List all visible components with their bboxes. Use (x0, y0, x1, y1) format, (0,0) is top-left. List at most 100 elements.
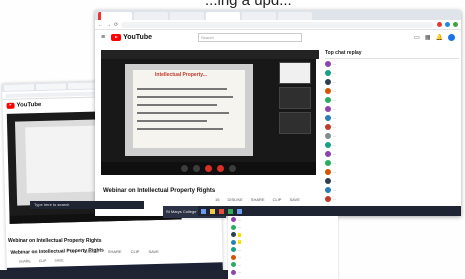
participant-tile (279, 62, 311, 84)
slide-text-line (137, 128, 223, 130)
save-button[interactable]: SAVE (54, 258, 63, 262)
chat-avatar (325, 159, 331, 166)
chat-avatar (231, 239, 236, 245)
address-bar[interactable] (121, 21, 434, 28)
chat-avatar (325, 123, 331, 130)
taskbar-search-input[interactable]: Type here to search (30, 201, 144, 209)
browser-tab[interactable] (170, 12, 204, 20)
chat-snippet-panel: ........................ (228, 216, 338, 279)
hamburger-menu-icon[interactable]: ≡ (101, 34, 105, 41)
extension-icon[interactable] (437, 22, 442, 27)
chat-message-text: ... (333, 88, 336, 93)
lower-taskbar (0, 270, 230, 279)
apps-grid-icon[interactable]: ▦ (425, 34, 431, 41)
dislike-button[interactable]: DISLIKE (83, 249, 98, 254)
chat-replay-panel: Top chat replay ........................… (325, 50, 459, 203)
chat-message-text: ... (333, 160, 336, 165)
browser-tab[interactable] (98, 12, 132, 20)
chat-message-text: ... (333, 187, 336, 192)
control-button[interactable] (229, 165, 236, 172)
chat-avatar (325, 60, 331, 67)
share-button[interactable]: SHARE (19, 259, 31, 263)
app-icon[interactable] (237, 208, 242, 214)
extension-icon[interactable] (445, 22, 450, 27)
chat-message: ... (325, 122, 459, 131)
chat-message-text: ... (238, 217, 241, 222)
chat-avatar (325, 177, 331, 184)
dislike-button[interactable]: DISLIKE (227, 197, 242, 202)
share-button[interactable]: SHARE (108, 249, 122, 254)
chat-message-text: ... (333, 169, 336, 174)
control-button[interactable] (181, 165, 188, 172)
player-controls (101, 162, 316, 175)
video-player[interactable]: Intellectual Property... (101, 50, 319, 175)
create-video-icon[interactable]: ▭ (414, 34, 420, 41)
video-title: Webinar on Intellectual Property Rights (103, 188, 216, 194)
chat-avatar (325, 78, 331, 85)
chat-message: ... (325, 86, 459, 95)
chat-avatar (231, 262, 236, 268)
meeting-title-bar (101, 50, 319, 59)
browser-tab[interactable] (68, 82, 99, 90)
chat-message: ... (325, 104, 459, 113)
notifications-bell-icon[interactable]: 🔔 (436, 34, 443, 41)
forward-arrow-icon[interactable]: → (106, 22, 111, 28)
control-button[interactable] (193, 165, 200, 172)
save-button[interactable]: SAVE (148, 249, 158, 254)
record-button[interactable] (217, 165, 224, 172)
youtube-logo[interactable]: YouTube (6, 101, 42, 109)
search-input[interactable]: Search (198, 32, 302, 42)
chat-message: ... (325, 131, 459, 140)
youtube-logo[interactable]: YouTube (111, 33, 152, 41)
chat-avatar (325, 195, 331, 202)
chat-message-text: ... (238, 232, 241, 237)
browser-tab[interactable] (36, 83, 67, 91)
back-arrow-icon[interactable]: ← (98, 22, 103, 28)
browser-tab[interactable] (4, 84, 35, 91)
like-button[interactable]: 15 (70, 249, 74, 254)
app-icon[interactable] (219, 208, 224, 214)
chat-message: ... (228, 254, 338, 262)
slide-frame: Intellectual Property... (125, 64, 253, 156)
reload-icon[interactable]: ⟳ (114, 22, 118, 28)
browser-tab-active[interactable] (206, 12, 240, 20)
chat-message: ... (325, 140, 459, 149)
end-call-button[interactable] (205, 165, 212, 172)
page-heading-fragment: ...ing a upd... (205, 0, 292, 9)
clip-button[interactable]: CLIP (39, 259, 47, 263)
chat-message: ... (228, 239, 338, 247)
slide-text-line (137, 88, 227, 90)
save-button[interactable]: SAVE (289, 197, 299, 202)
browser-tab[interactable] (278, 12, 312, 20)
chat-avatar (325, 168, 331, 175)
youtube-logo-text: YouTube (123, 33, 152, 41)
video-actions: 15 DISLIKE SHARE CLIP SAVE (215, 197, 300, 202)
youtube-play-icon (111, 33, 122, 41)
chat-message: ... (325, 158, 459, 167)
browser-tab[interactable] (242, 12, 276, 20)
chat-message-text: ... (238, 255, 241, 260)
chat-message: ... (228, 231, 338, 239)
browser-tab[interactable] (134, 12, 168, 20)
slide-text-line (137, 120, 207, 122)
chat-avatar (325, 87, 331, 94)
clip-button[interactable]: CLIP (273, 197, 282, 202)
chat-message-text: ... (238, 225, 241, 230)
chat-message: ... (228, 246, 338, 254)
start-icon[interactable] (201, 208, 206, 214)
folder-icon[interactable] (210, 208, 215, 214)
youtube-logo-text: YouTube (16, 101, 42, 109)
clip-button[interactable]: CLIP (131, 249, 140, 254)
chat-message: ... (325, 113, 459, 122)
like-button[interactable]: 15 (215, 197, 219, 202)
browser-icon[interactable] (228, 208, 233, 214)
chat-message-text: ... (238, 262, 241, 267)
share-button[interactable]: SHARE (251, 197, 265, 202)
slide-text-line (137, 104, 217, 106)
avatar[interactable] (448, 33, 455, 41)
windows-taskbar (198, 206, 461, 216)
slide-paper (133, 70, 245, 148)
extension-icon[interactable] (453, 22, 458, 27)
chat-message-list: ........................................… (325, 59, 459, 203)
slide-title: Intellectual Property... (155, 72, 207, 78)
